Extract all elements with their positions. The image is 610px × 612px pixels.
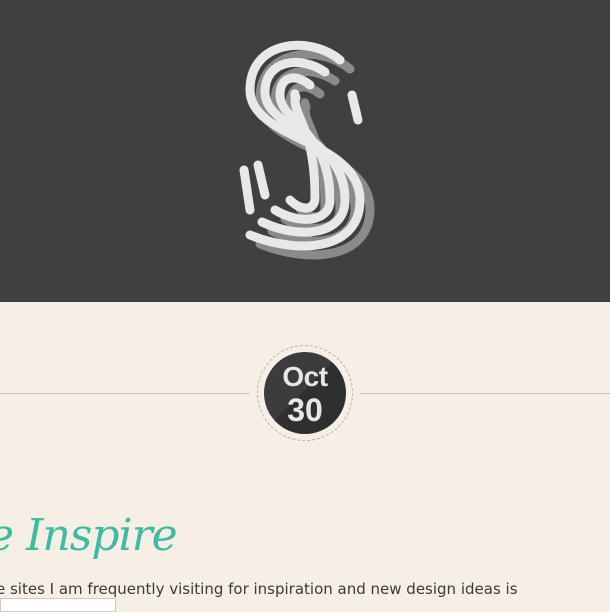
divider-right: [360, 393, 610, 394]
date-month: Oct: [282, 361, 328, 392]
post-date-badge: Oct 30: [257, 345, 353, 441]
date-day: 30: [287, 392, 323, 428]
post-excerpt: e sites I am frequently visiting for ins…: [0, 580, 518, 598]
date-circle: Oct 30: [264, 352, 346, 434]
fingerprint-s-logo-icon[interactable]: [0, 0, 610, 302]
hero-banner: [0, 0, 610, 302]
post-title[interactable]: e Inspire: [0, 510, 178, 561]
divider-left: [0, 393, 250, 394]
